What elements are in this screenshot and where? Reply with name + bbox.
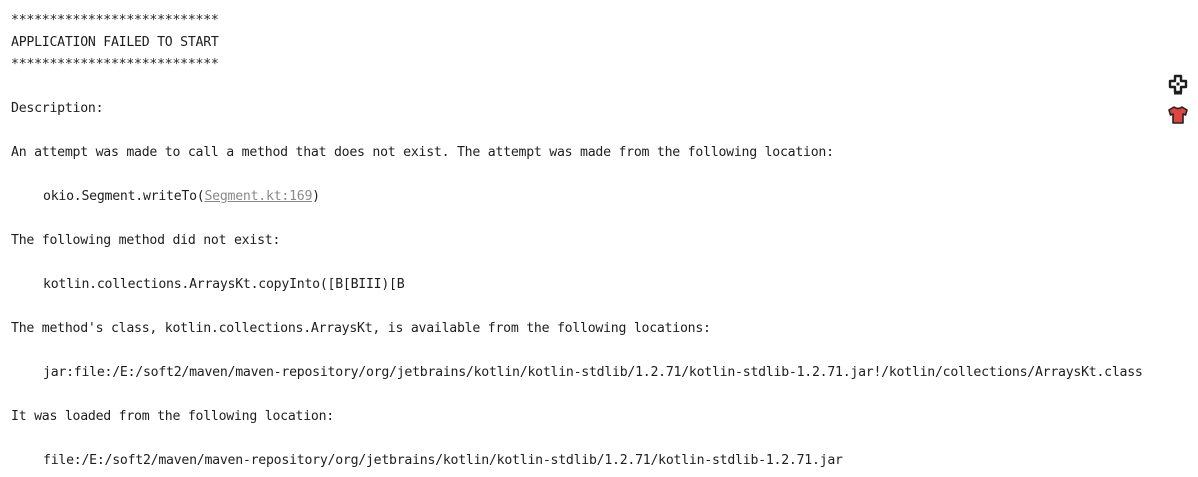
missing-method-label: The following method did not exist:	[11, 233, 281, 248]
console-output: *************************** APPLICATION …	[11, 10, 1191, 472]
banner-top: ***************************	[11, 13, 219, 28]
class-available-text: The method's class, kotlin.collections.A…	[11, 321, 711, 336]
plugin-icon[interactable]	[1167, 74, 1189, 96]
shirt-icon[interactable]	[1167, 104, 1189, 126]
banner-bottom: ***************************	[11, 57, 219, 72]
call-location-suffix: )	[312, 189, 320, 204]
error-title: APPLICATION FAILED TO START	[11, 35, 219, 50]
loaded-from-text: It was loaded from the following locatio…	[11, 409, 334, 424]
call-location-prefix: okio.Segment.writeTo(	[43, 189, 205, 204]
call-location: okio.Segment.writeTo(Segment.kt:169)	[11, 186, 1191, 208]
loaded-location: file:/E:/soft2/maven/maven-repository/or…	[43, 453, 843, 468]
source-link[interactable]: Segment.kt:169	[204, 189, 312, 204]
class-location: jar:file:/E:/soft2/maven/maven-repositor…	[43, 365, 1143, 380]
missing-method: kotlin.collections.ArraysKt.copyInto([B[…	[43, 277, 405, 292]
description-label: Description:	[11, 101, 104, 116]
attempt-text: An attempt was made to call a method tha…	[11, 145, 834, 160]
side-icon-strip	[1167, 74, 1191, 134]
